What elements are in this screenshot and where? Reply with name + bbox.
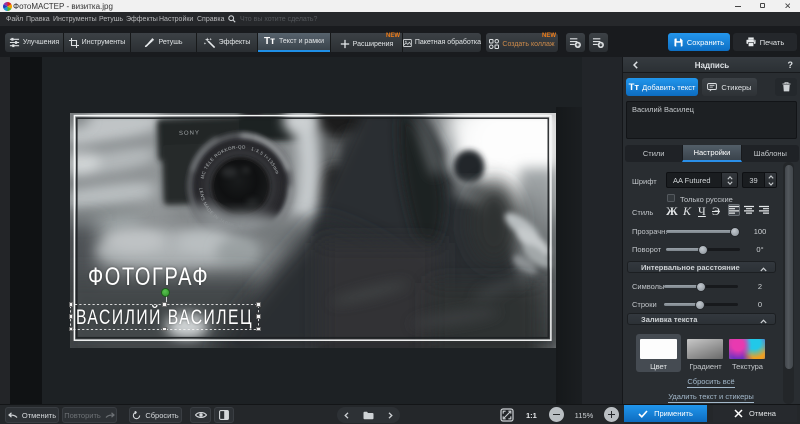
- svg-text:SONY: SONY: [179, 130, 200, 137]
